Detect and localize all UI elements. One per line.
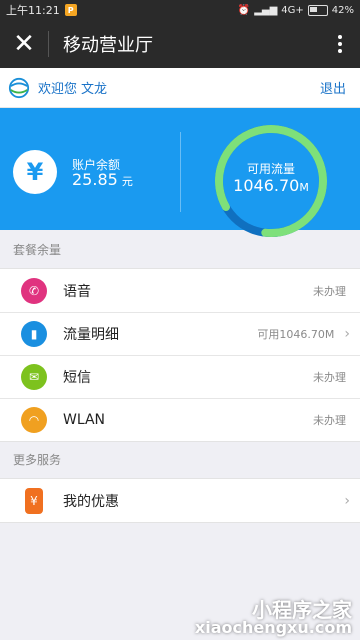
section-header-services: 更多服务 [13,452,62,467]
coupon-icon: ¥ [25,487,43,514]
list-item-label: 语音 [63,283,91,300]
network-type: 4G+ [281,4,304,16]
list-item-status: 可用1046.70M [257,327,335,341]
status-bar: 上午11:21 P ⏰ ▂▄▆ 4G+ 42% [0,0,360,20]
list-item[interactable]: ✉ 短信 未办理 [0,355,360,398]
wifi-icon: ◠ [21,406,47,433]
close-icon: ✕ [13,29,35,59]
close-button[interactable]: ✕ [0,20,48,68]
notification-app-icon: P [64,4,77,16]
chevron-right-icon: › [344,492,350,509]
page-title: 移动营业厅 [63,35,153,56]
logout-link[interactable]: 退出 [320,78,346,97]
yen-icon: ¥ [13,150,57,194]
app-bar: ✕ 移动营业厅 [0,20,360,68]
app-bar-divider [48,31,49,57]
data-usage-unit: M [299,181,309,194]
list-item[interactable]: ▮ 流量明细 可用1046.70M › [0,312,360,355]
balance-amount: 25.85 元 [72,170,133,189]
balance-unit: 元 [121,175,133,188]
welcome-bar: 欢迎您 文龙 退出 [0,68,360,108]
watermark-en: xiaochengxu.com [194,618,352,637]
list-item[interactable]: ¥ 我的优惠 › [0,479,360,522]
list-item-label: 短信 [63,369,91,386]
list-item-status: 未办理 [313,284,346,298]
signal-icon: ▂▄▆ [254,4,278,16]
data-usage-amount: 1046.70M [212,176,330,195]
list-item-label: WLAN [63,411,106,428]
welcome-greeting: 欢迎您 [38,82,78,97]
list-item-status: 未办理 [313,370,346,384]
account-summary-panel: ¥ 账户余额 25.85 元 可用流量 1046.70M [0,108,360,237]
alarm-icon: ⏰ [237,4,251,16]
phone-icon: ✆ [21,277,47,304]
list-item-label: 我的优惠 [63,493,119,510]
user-name: 文龙 [81,82,108,97]
hero-divider [180,132,181,212]
data-usage-value: 1046.70 [233,176,300,195]
list-item-label: 流量明细 [63,326,119,343]
battery-percent: 42% [331,4,354,16]
balance-value: 25.85 [72,170,118,189]
list-item[interactable]: ✆ 语音 未办理 [0,269,360,312]
services-list: ¥ 我的优惠 › [0,478,360,523]
data-bars-icon: ▮ [21,320,47,347]
plan-list: ✆ 语音 未办理 ▮ 流量明细 可用1046.70M › ✉ 短信 未办理 ◠ WLAN 未办理 [0,268,360,442]
list-item-status: 未办理 [313,413,346,427]
battery-icon [307,4,328,16]
more-vertical-icon [338,35,342,39]
envelope-icon: ✉ [21,363,47,390]
section-header-plan: 套餐余量 [13,242,62,257]
data-usage-label: 可用流量 [246,162,295,176]
list-item[interactable]: ◠ WLAN 未办理 [0,398,360,441]
china-mobile-logo-icon [8,77,30,98]
more-menu-button[interactable] [320,20,360,68]
status-time: 上午11:21 [6,4,60,17]
chevron-right-icon: › [344,325,350,342]
